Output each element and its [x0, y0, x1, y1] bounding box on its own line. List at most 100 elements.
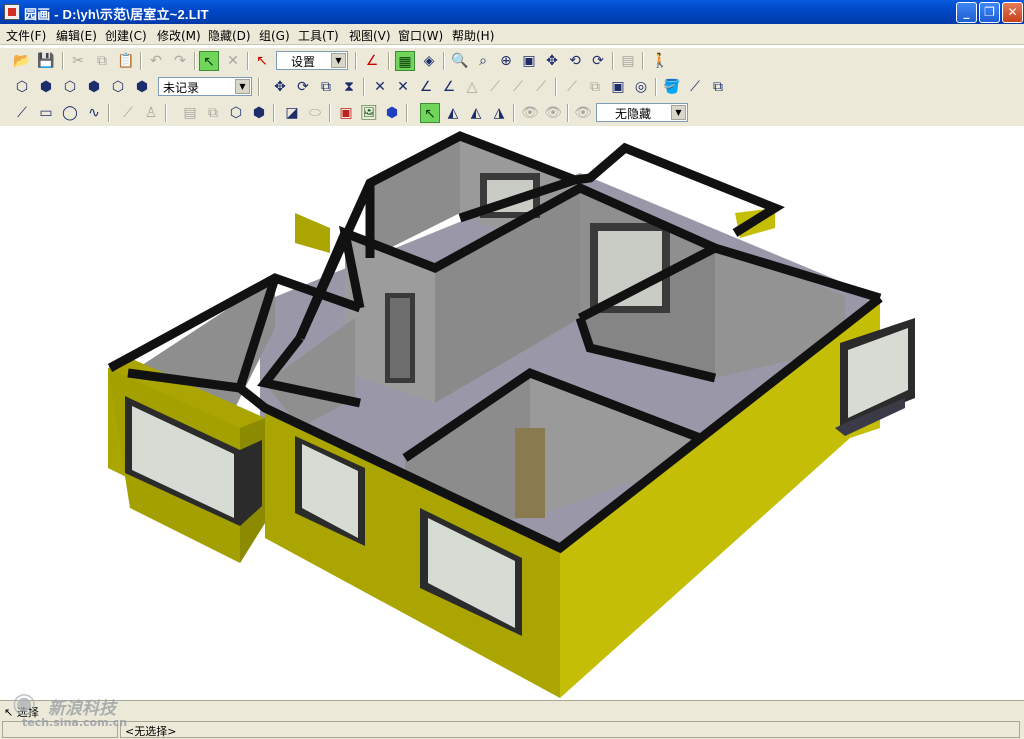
eye-hide-icon[interactable]: 👁 [543, 103, 563, 123]
spotlight-icon[interactable]: ◭ [466, 103, 486, 123]
restore-button[interactable]: ❐ [979, 2, 1000, 23]
box-side-icon[interactable]: ⬡ [108, 77, 128, 97]
select-arrow-icon[interactable]: ↖ [199, 51, 219, 71]
paste-icon[interactable]: 📋 [116, 51, 136, 71]
polyline-icon[interactable]: ⟋ [118, 103, 138, 123]
axis-icon[interactable]: ∠ [362, 51, 382, 71]
weld-icon[interactable]: ⟋ [531, 77, 551, 97]
pick-point-icon[interactable]: ↖ [252, 51, 272, 71]
open-icon[interactable]: 📂 [12, 51, 32, 71]
split-icon[interactable]: ⟋ [485, 77, 505, 97]
zoom-window-icon[interactable]: ⌕ [473, 51, 493, 71]
box-solid-icon[interactable]: ⬢ [84, 77, 104, 97]
menu-window[interactable]: 窗口(W) [398, 27, 443, 44]
view-mode-select[interactable]: 设置 ▼ [276, 51, 348, 70]
mirror-icon[interactable]: ⧗ [339, 77, 359, 97]
cut-icon[interactable]: ✂ [68, 51, 88, 71]
toolbar-separator [355, 52, 357, 70]
menu-tools[interactable]: 工具(T) [298, 27, 339, 44]
3d-viewport[interactable] [0, 128, 1024, 700]
menu-help[interactable]: 帮助(H) [452, 27, 494, 44]
zoom-extents-icon[interactable]: ▣ [519, 51, 539, 71]
bevel-icon[interactable]: △ [462, 77, 482, 97]
zoom-realtime-icon[interactable]: ⊕ [496, 51, 516, 71]
sina-watermark: ◉ 新浪科技 tech.sina.com.cn [8, 686, 158, 734]
cube-solid-icon[interactable]: ⬢ [382, 103, 402, 123]
paint-bucket-icon[interactable]: 🪣 [662, 77, 682, 97]
wall-icon[interactable]: ⧉ [203, 103, 223, 123]
close-button[interactable]: ✕ [1002, 2, 1023, 23]
curve-icon[interactable]: ∿ [84, 103, 104, 123]
menu-edit[interactable]: 编辑(E) [56, 27, 97, 44]
copy-icon[interactable]: ⧉ [92, 51, 112, 71]
vertex-icon[interactable]: ✕ [370, 77, 390, 97]
face-icon[interactable]: ∠ [416, 77, 436, 97]
chevron-down-icon[interactable]: ▼ [235, 79, 250, 94]
menu-file[interactable]: 文件(F) [6, 27, 46, 44]
minimize-button[interactable]: _ [956, 2, 977, 23]
line-icon[interactable]: ⟋ [12, 103, 32, 123]
eyedropper-icon[interactable]: ⟋ [685, 77, 705, 97]
cylinder-icon[interactable]: ⬭ [305, 103, 325, 123]
menu-view[interactable]: 视图(V) [349, 27, 391, 44]
toolbar-separator [140, 52, 142, 70]
box-top-icon[interactable]: ⬡ [60, 77, 80, 97]
toolbar-separator [108, 104, 110, 122]
toolbar-separator [567, 104, 569, 122]
app-icon[interactable] [4, 4, 20, 20]
toolbar-separator [363, 78, 365, 96]
terrain-icon[interactable]: ⬢ [249, 103, 269, 123]
move-icon[interactable]: ✥ [270, 77, 290, 97]
edge-icon[interactable]: ✕ [393, 77, 413, 97]
loft-icon[interactable]: ♙ [141, 103, 161, 123]
texture-icon[interactable]: ⧉ [708, 77, 728, 97]
rotate-icon[interactable]: ⟳ [293, 77, 313, 97]
record-select[interactable]: 未记录 ▼ [158, 77, 252, 96]
image-icon[interactable]: 🖼 [359, 103, 379, 123]
rotate-view-icon[interactable]: ⟲ [565, 51, 585, 71]
menu-hide[interactable]: 隐藏(D) [208, 27, 251, 44]
pan-icon[interactable]: ✥ [542, 51, 562, 71]
box-icon[interactable]: ⬡ [12, 77, 32, 97]
roof-icon[interactable]: ⬡ [226, 103, 246, 123]
camera-icon[interactable]: ▤ [618, 51, 638, 71]
eye-icon[interactable]: 👁 [520, 103, 540, 123]
node-select-icon[interactable]: ↖ [420, 103, 440, 123]
eye-logo-icon: ◉ [12, 686, 37, 719]
orbit-icon[interactable]: ⟳ [588, 51, 608, 71]
save-icon[interactable]: 💾 [36, 51, 56, 71]
box-front-icon[interactable]: ⬢ [36, 77, 56, 97]
hide-mode-select[interactable]: 无隐藏 ▼ [596, 103, 688, 122]
material-icon[interactable]: ▣ [608, 77, 628, 97]
grid-icon[interactable]: ▦ [395, 51, 415, 71]
eye-toggle-icon[interactable]: 👁 [573, 103, 593, 123]
section-icon[interactable]: ◪ [282, 103, 302, 123]
snap-icon[interactable]: ◈ [419, 51, 439, 71]
align-icon[interactable]: ⧉ [585, 77, 605, 97]
redo-icon[interactable]: ↷ [170, 51, 190, 71]
toolbar-draw: ⟋ ▭ ◯ ∿ ⟋ ♙ ▤ ⧉ ⬡ ⬢ ◪ ⬭ ▣ 🖼 ⬢ ↖ ◭ ◭ ◮ 👁 … [0, 100, 1024, 126]
rectangle-icon[interactable]: ▭ [36, 103, 56, 123]
circle-icon[interactable]: ◯ [60, 103, 80, 123]
sun-icon[interactable]: ◮ [489, 103, 509, 123]
measure-icon[interactable]: ⟋ [562, 77, 582, 97]
render-icon[interactable]: ▣ [336, 103, 356, 123]
delete-icon[interactable]: ✕ [223, 51, 243, 71]
join-icon[interactable]: ⟋ [508, 77, 528, 97]
menu-bar: 文件(F) 编辑(E) 创建(C) 修改(M) 隐藏(D) 组(G) 工具(T)… [0, 24, 1024, 45]
walk-person-icon[interactable]: 🚶 [650, 51, 670, 71]
toolbar-separator [273, 104, 275, 122]
boolean-icon[interactable]: ◎ [631, 77, 651, 97]
chevron-down-icon[interactable]: ▼ [671, 105, 686, 120]
menu-create[interactable]: 创建(C) [105, 27, 147, 44]
scale-icon[interactable]: ⧉ [316, 77, 336, 97]
menu-group[interactable]: 组(G) [259, 27, 290, 44]
stair-icon[interactable]: ▤ [180, 103, 200, 123]
light-icon[interactable]: ◭ [443, 103, 463, 123]
box-wire-icon[interactable]: ⬢ [132, 77, 152, 97]
chevron-down-icon[interactable]: ▼ [331, 53, 346, 68]
undo-icon[interactable]: ↶ [146, 51, 166, 71]
zoom-in-icon[interactable]: 🔍 [450, 51, 470, 71]
extrude-icon[interactable]: ∠ [439, 77, 459, 97]
menu-modify[interactable]: 修改(M) [157, 27, 201, 44]
